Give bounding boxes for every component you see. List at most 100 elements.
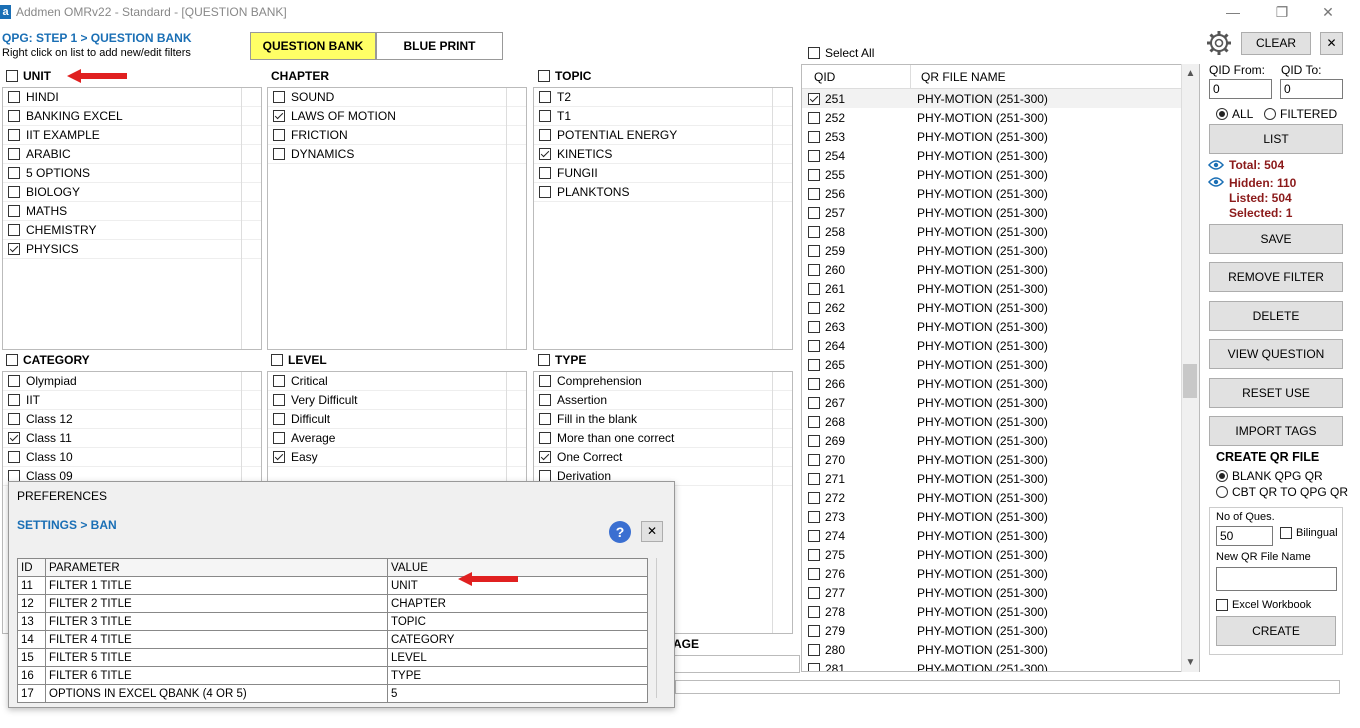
- question-row[interactable]: 265 PHY-MOTION (251-300): [802, 355, 1199, 374]
- sidebar-close-button[interactable]: ✕: [1320, 32, 1343, 55]
- filter-unit-checkbox[interactable]: [6, 70, 18, 82]
- filter-topic-checkbox[interactable]: [538, 70, 550, 82]
- question-row[interactable]: 271 PHY-MOTION (251-300): [802, 469, 1199, 488]
- filter-category-label[interactable]: CATEGORY: [6, 353, 90, 367]
- radio-all[interactable]: ALL: [1216, 107, 1253, 121]
- filter-topic-item[interactable]: POTENTIAL ENERGY: [534, 126, 792, 145]
- filter-topic-item[interactable]: PLANKTONS: [534, 183, 792, 202]
- item-checkbox[interactable]: [273, 375, 285, 387]
- item-checkbox[interactable]: [539, 148, 551, 160]
- cell-value[interactable]: CATEGORY: [387, 630, 648, 649]
- column-qr-file-name[interactable]: QR FILE NAME: [911, 70, 1006, 84]
- item-checkbox[interactable]: [273, 91, 285, 103]
- filter-topic-item[interactable]: FUNGII: [534, 164, 792, 183]
- filter-category-item[interactable]: IIT: [3, 391, 261, 410]
- filter-unit-item[interactable]: BANKING EXCEL: [3, 107, 261, 126]
- excel-workbook-checkbox[interactable]: [1216, 599, 1228, 611]
- no-of-ques-input[interactable]: 50: [1216, 526, 1273, 546]
- table-row[interactable]: 16 FILTER 6 TITLE TYPE: [17, 666, 648, 685]
- select-all-checkbox[interactable]: [808, 47, 820, 59]
- question-row[interactable]: 275 PHY-MOTION (251-300): [802, 545, 1199, 564]
- item-checkbox[interactable]: [8, 186, 20, 198]
- question-row[interactable]: 262 PHY-MOTION (251-300): [802, 298, 1199, 317]
- radio-blank-qpg[interactable]: BLANK QPG QR: [1216, 469, 1323, 483]
- row-checkbox[interactable]: [808, 320, 820, 333]
- new-qr-file-input[interactable]: [1216, 567, 1337, 591]
- question-row[interactable]: 277 PHY-MOTION (251-300): [802, 583, 1199, 602]
- row-checkbox[interactable]: [808, 168, 820, 181]
- item-checkbox[interactable]: [539, 91, 551, 103]
- filter-type-checkbox[interactable]: [538, 354, 550, 366]
- question-row[interactable]: 278 PHY-MOTION (251-300): [802, 602, 1199, 621]
- item-checkbox[interactable]: [539, 432, 551, 444]
- row-checkbox[interactable]: [808, 624, 820, 637]
- filter-level-item[interactable]: Difficult: [268, 410, 526, 429]
- qid-from-input[interactable]: 0: [1209, 79, 1272, 99]
- row-checkbox[interactable]: [808, 225, 820, 238]
- table-row[interactable]: 17 OPTIONS IN EXCEL QBANK (4 OR 5) 5: [17, 684, 648, 703]
- filter-type-item[interactable]: Comprehension: [534, 372, 792, 391]
- question-row[interactable]: 280 PHY-MOTION (251-300): [802, 640, 1199, 659]
- scroll-down-icon[interactable]: ▼: [1182, 657, 1199, 668]
- scroll-thumb[interactable]: [1183, 364, 1197, 398]
- item-checkbox[interactable]: [8, 375, 20, 387]
- item-checkbox[interactable]: [539, 110, 551, 122]
- row-checkbox[interactable]: [808, 472, 820, 485]
- question-row[interactable]: 268 PHY-MOTION (251-300): [802, 412, 1199, 431]
- question-row[interactable]: 261 PHY-MOTION (251-300): [802, 279, 1199, 298]
- filter-unit-item[interactable]: IIT EXAMPLE: [3, 126, 261, 145]
- dialog-scrollbar[interactable]: [656, 558, 668, 698]
- close-window-button[interactable]: ✕: [1318, 3, 1338, 21]
- row-checkbox[interactable]: [808, 662, 820, 671]
- item-checkbox[interactable]: [8, 243, 20, 255]
- filter-category-item[interactable]: Class 11: [3, 429, 261, 448]
- table-row[interactable]: 12 FILTER 2 TITLE CHAPTER: [17, 594, 648, 613]
- item-checkbox[interactable]: [8, 432, 20, 444]
- radio-cbt-qr-indicator[interactable]: [1216, 486, 1228, 498]
- radio-cbt-qr[interactable]: CBT QR TO QPG QR: [1216, 485, 1348, 499]
- row-checkbox[interactable]: [808, 605, 820, 618]
- maximize-button[interactable]: ❐: [1272, 3, 1292, 21]
- create-button[interactable]: CREATE: [1216, 616, 1336, 646]
- filter-chapter-list[interactable]: SOUND LAWS OF MOTION FRICTION DYNAMICS: [267, 87, 527, 350]
- item-checkbox[interactable]: [8, 394, 20, 406]
- filter-unit-item[interactable]: BIOLOGY: [3, 183, 261, 202]
- question-row[interactable]: 269 PHY-MOTION (251-300): [802, 431, 1199, 450]
- item-checkbox[interactable]: [273, 110, 285, 122]
- question-row[interactable]: 267 PHY-MOTION (251-300): [802, 393, 1199, 412]
- item-checkbox[interactable]: [539, 186, 551, 198]
- preferences-table[interactable]: ID PARAMETER VALUE 11 FILTER 1 TITLE UNIT 1…: [17, 558, 648, 703]
- gear-icon[interactable]: [1206, 30, 1232, 56]
- bilingual-option[interactable]: Bilingual: [1280, 527, 1338, 539]
- cell-value[interactable]: CHAPTER: [387, 594, 648, 613]
- filter-level-label[interactable]: LEVEL: [271, 353, 327, 367]
- filter-topic-item[interactable]: KINETICS: [534, 145, 792, 164]
- row-checkbox[interactable]: [808, 586, 820, 599]
- radio-blank-qpg-indicator[interactable]: [1216, 470, 1228, 482]
- cell-value[interactable]: TOPIC: [387, 612, 648, 631]
- radio-filtered-indicator[interactable]: [1264, 108, 1276, 120]
- row-checkbox[interactable]: [808, 244, 820, 257]
- filter-topic-list[interactable]: T2 T1 POTENTIAL ENERGY KINETICS FUNGII PLANKT…: [533, 87, 793, 350]
- row-checkbox[interactable]: [808, 415, 820, 428]
- tab-blue-print[interactable]: BLUE PRINT: [376, 32, 503, 60]
- filter-chapter-item[interactable]: SOUND: [268, 88, 526, 107]
- filter-type-label[interactable]: TYPE: [538, 353, 586, 367]
- cell-value[interactable]: 5: [387, 684, 648, 703]
- row-checkbox[interactable]: [808, 643, 820, 656]
- filter-level-item[interactable]: Easy: [268, 448, 526, 467]
- cell-value[interactable]: TYPE: [387, 666, 648, 685]
- question-grid[interactable]: QID QR FILE NAME 251 PHY-MOTION (251-300)…: [801, 64, 1200, 672]
- row-checkbox[interactable]: [808, 529, 820, 542]
- row-checkbox[interactable]: [808, 548, 820, 561]
- filter-level-item[interactable]: Very Difficult: [268, 391, 526, 410]
- row-checkbox[interactable]: [808, 510, 820, 523]
- filter-category-item[interactable]: Class 10: [3, 448, 261, 467]
- item-checkbox[interactable]: [8, 451, 20, 463]
- item-checkbox[interactable]: [273, 432, 285, 444]
- filter-type-item[interactable]: Assertion: [534, 391, 792, 410]
- question-row[interactable]: 252 PHY-MOTION (251-300): [802, 108, 1199, 127]
- item-checkbox[interactable]: [273, 129, 285, 141]
- filter-unit-list[interactable]: HINDI BANKING EXCEL IIT EXAMPLE ARABIC 5 OPT…: [2, 87, 262, 350]
- question-row[interactable]: 251 PHY-MOTION (251-300): [802, 89, 1199, 108]
